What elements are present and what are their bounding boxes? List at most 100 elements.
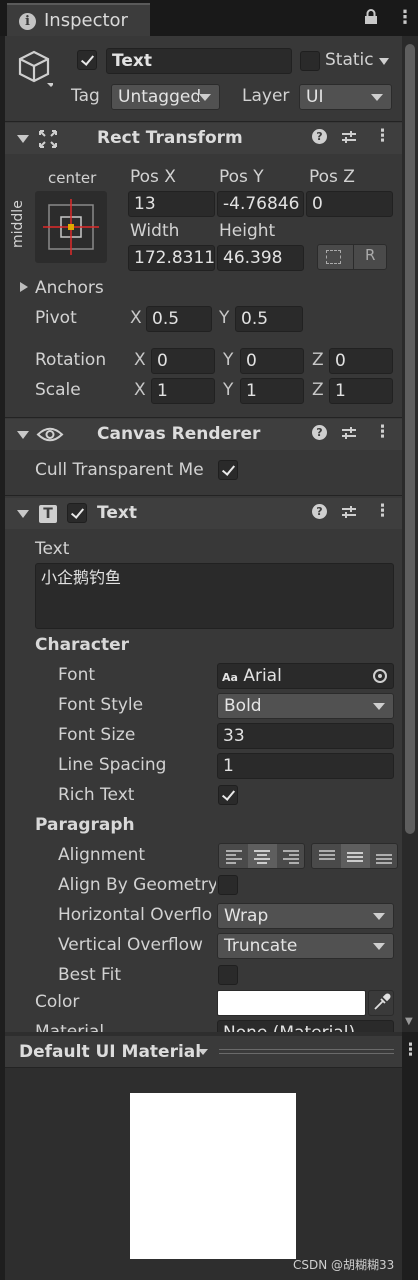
pivot-label: Pivot	[35, 308, 77, 328]
cull-transparent-checkbox[interactable]	[218, 460, 238, 480]
preview-dropdown-arrow-icon[interactable]	[198, 1049, 208, 1055]
align-by-geometry-checkbox[interactable]	[218, 875, 238, 895]
pos-y-field[interactable]: -4.76846	[217, 191, 304, 217]
scale-z-field[interactable]: 1	[329, 378, 393, 404]
gameobject-name-field[interactable]: Text	[106, 48, 292, 74]
font-field[interactable]: Aa Arial	[217, 663, 394, 689]
line-spacing-field[interactable]: 1	[217, 753, 394, 779]
align-center-icon	[254, 850, 270, 864]
window-tab-bar: i Inspector ⋮	[0, 0, 418, 36]
presets-sliders-icon[interactable]	[341, 425, 357, 441]
vertical-overflow-dropdown[interactable]: Truncate	[217, 933, 394, 959]
layer-dropdown[interactable]: UI	[299, 84, 392, 110]
gameobject-cube-icon[interactable]	[15, 48, 53, 88]
text-component-header[interactable]: T Text ? ⋮	[5, 498, 402, 529]
rect-transform-title: Rect Transform	[97, 128, 243, 148]
kebab-menu-icon[interactable]: ⋮	[396, 7, 414, 28]
rotation-x-field[interactable]: 0	[151, 348, 215, 374]
eyedropper-button[interactable]	[368, 990, 394, 1016]
collapse-arrow-icon[interactable]	[17, 135, 29, 143]
pivot-x-field[interactable]: 0.5	[146, 306, 212, 332]
rotation-y-field[interactable]: 0	[240, 348, 304, 374]
divider	[353, 245, 354, 269]
rotation-z-axis-label: Z	[312, 350, 324, 370]
pos-x-field[interactable]: 13	[128, 191, 215, 217]
align-top-icon[interactable]	[319, 850, 335, 864]
component-menu-icon[interactable]: ⋮	[374, 126, 391, 146]
anchors-expand-icon[interactable]	[20, 282, 28, 292]
scale-z-axis-label: Z	[312, 380, 324, 400]
rich-text-checkbox[interactable]	[218, 785, 238, 805]
height-field[interactable]: 46.398	[217, 245, 304, 271]
presets-sliders-icon[interactable]	[341, 129, 357, 145]
text-value-area[interactable]: 小企鹅钓鱼	[35, 563, 394, 629]
align-left-icon[interactable]	[226, 850, 242, 864]
blueprint-raw-toggles: R	[317, 244, 387, 270]
align-right-icon[interactable]	[283, 850, 299, 864]
tag-dropdown[interactable]: Untagged	[111, 84, 220, 110]
vertical-overflow-value: Truncate	[224, 936, 298, 956]
preview-header[interactable]: Default UI Material	[5, 1036, 402, 1068]
scale-y-field[interactable]: 1	[240, 378, 304, 404]
collapse-arrow-icon[interactable]	[17, 431, 29, 439]
material-label: Material	[35, 1022, 105, 1032]
raw-edit-button[interactable]: R	[365, 246, 375, 264]
component-menu-icon[interactable]: ⋮	[374, 422, 391, 442]
lock-icon[interactable]	[364, 9, 378, 25]
rotation-x-axis-label: X	[134, 350, 146, 370]
text-enabled-checkbox[interactable]	[67, 503, 87, 523]
preview-menu-icon[interactable]: ⋮	[402, 1040, 418, 1060]
anchor-presets-button[interactable]	[35, 191, 107, 263]
chevron-down-icon	[373, 703, 385, 710]
drag-handle-line[interactable]	[219, 1053, 394, 1054]
drag-handle-line[interactable]	[219, 1049, 394, 1050]
pos-z-field[interactable]: 0	[306, 191, 393, 217]
help-icon[interactable]: ?	[312, 504, 327, 519]
rect-transform-header[interactable]: Rect Transform ? ⋮	[5, 123, 402, 154]
blueprint-mode-icon[interactable]	[326, 250, 341, 264]
character-section-label: Character	[35, 635, 130, 655]
material-value: None (Material)	[223, 1023, 355, 1032]
pivot-x-axis-label: X	[130, 308, 142, 328]
static-dropdown-arrow-icon[interactable]	[379, 58, 389, 65]
material-field[interactable]: None (Material)	[217, 1020, 394, 1032]
tag-value: Untagged	[118, 87, 202, 107]
font-style-dropdown[interactable]: Bold	[217, 693, 394, 719]
layer-value: UI	[306, 87, 324, 107]
align-center-button[interactable]	[248, 844, 277, 868]
anchor-preset-icon	[43, 199, 99, 255]
scrollbar-thumb[interactable]	[405, 44, 415, 834]
horizontal-alignment-group	[218, 843, 305, 869]
inspector-scrollbar[interactable]: ▼	[402, 36, 418, 1032]
best-fit-checkbox[interactable]	[218, 965, 238, 985]
pos-y-label: Pos Y	[219, 167, 264, 187]
anchors-label[interactable]: Anchors	[35, 278, 104, 298]
pivot-y-field[interactable]: 0.5	[235, 306, 303, 332]
help-icon[interactable]: ?	[312, 425, 327, 440]
collapse-arrow-icon[interactable]	[17, 510, 29, 518]
canvas-renderer-header[interactable]: Canvas Renderer ? ⋮	[5, 419, 402, 450]
rotation-z-field[interactable]: 0	[329, 348, 393, 374]
font-value: Arial	[243, 666, 282, 686]
width-field[interactable]: 172.8311	[128, 245, 215, 271]
static-checkbox[interactable]	[300, 51, 320, 71]
object-picker-icon[interactable]	[373, 669, 387, 683]
font-size-field[interactable]: 33	[217, 723, 394, 749]
scroll-down-icon[interactable]: ▼	[405, 1016, 413, 1027]
horizontal-overflow-dropdown[interactable]: Wrap	[217, 903, 394, 929]
info-icon: i	[19, 13, 36, 30]
tab-inspector[interactable]: i Inspector	[7, 3, 150, 36]
vertical-alignment-group	[311, 843, 398, 869]
color-swatch[interactable]	[217, 990, 366, 1016]
align-bottom-icon[interactable]	[376, 850, 392, 864]
paragraph-section-label: Paragraph	[35, 815, 135, 835]
gameobject-active-checkbox[interactable]	[77, 50, 97, 70]
divider	[5, 417, 402, 418]
scale-x-field[interactable]: 1	[151, 378, 215, 404]
help-icon[interactable]: ?	[312, 129, 327, 144]
static-label[interactable]: Static	[325, 50, 374, 70]
align-middle-button[interactable]	[341, 844, 370, 868]
presets-sliders-icon[interactable]	[341, 504, 357, 520]
component-menu-icon[interactable]: ⋮	[374, 501, 391, 521]
height-label: Height	[219, 221, 276, 241]
